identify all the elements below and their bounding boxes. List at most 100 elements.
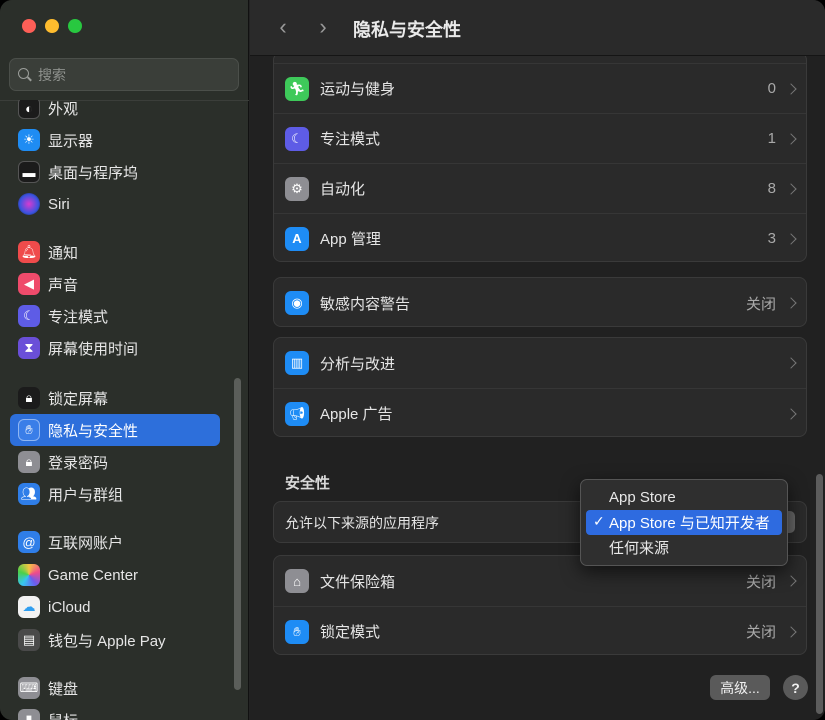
window-controls bbox=[22, 19, 82, 33]
sidebar: 搜索 ◐ 外观 ☀ 显示器 ▬ 桌面与程序坞 Siri 🔔︎ 通知 ◀︎ 声音 … bbox=[0, 0, 249, 720]
row-app-management[interactable]: A App 管理 3 bbox=[274, 213, 806, 261]
chevron-right-icon bbox=[785, 182, 797, 195]
sidebar-item-appearance[interactable]: ◐ 外观 bbox=[10, 100, 220, 124]
toolbar: ‹ › 隐私与安全性 bbox=[250, 0, 825, 56]
row-focus[interactable]: ☾ 专注模式 1 bbox=[274, 113, 806, 163]
sidebar-item-wallet[interactable]: ▤ 钱包与 Apple Pay bbox=[10, 624, 220, 656]
row-sensitive-content[interactable]: ◉ 敏感内容警告 关闭 bbox=[274, 278, 806, 326]
appearance-icon: ◐ bbox=[18, 100, 40, 119]
row-status: 关闭 bbox=[745, 295, 776, 313]
sidebar-item-dock[interactable]: ▬ 桌面与程序坞 bbox=[10, 156, 220, 188]
row-label: 文件保险箱 bbox=[320, 573, 396, 591]
menu-item-anywhere[interactable]: 任何来源 bbox=[586, 535, 782, 560]
help-button[interactable]: ? bbox=[783, 675, 808, 700]
chevron-right-icon bbox=[785, 407, 797, 420]
row-label: App 管理 bbox=[320, 231, 381, 248]
sidebar-item-label: 用户与群组 bbox=[48, 486, 124, 504]
menu-item-label: App Store bbox=[609, 489, 676, 506]
sidebar-item-label: 钱包与 Apple Pay bbox=[48, 632, 166, 650]
row-label: 敏感内容警告 bbox=[320, 295, 411, 313]
analytics-group: ▥ 分析与改进 📢︎ Apple 广告 bbox=[273, 337, 807, 437]
sidebar-item-privacy-security[interactable]: ✋︎ 隐私与安全性 bbox=[10, 414, 220, 446]
users-icon: 👥︎ bbox=[18, 483, 40, 505]
row-count: 3 bbox=[767, 230, 776, 247]
sidebar-item-label: 屏幕使用时间 bbox=[48, 340, 139, 358]
sidebar-item-label: 互联网账户 bbox=[48, 534, 124, 552]
menu-item-app-store-identified[interactable]: ✓ App Store 与已知开发者 bbox=[586, 510, 782, 535]
page-title: 隐私与安全性 bbox=[353, 20, 461, 40]
dock-icon: ▬ bbox=[18, 161, 40, 183]
row-fitness[interactable]: 🏃︎ 运动与健身 0 bbox=[274, 63, 806, 113]
hand-icon: ✋︎ bbox=[285, 619, 309, 644]
row-count: 8 bbox=[767, 180, 776, 197]
sidebar-item-internet-accounts[interactable]: @ 互联网账户 bbox=[10, 526, 220, 558]
menu-item-label: 任何来源 bbox=[609, 540, 670, 557]
forward-button[interactable]: › bbox=[310, 14, 336, 40]
fitness-icon: 🏃︎ bbox=[285, 76, 309, 101]
sidebar-item-users-groups[interactable]: 👥︎ 用户与群组 bbox=[10, 478, 220, 510]
zoom-window-button[interactable] bbox=[68, 19, 82, 33]
app-source-popup-menu: App Store ✓ App Store 与已知开发者 任何来源 bbox=[580, 479, 788, 566]
privacy-categories-group: 🏃︎ 运动与健身 0 ☾ 专注模式 1 ⚙ 自动化 8 A App 管理 3 bbox=[273, 56, 807, 262]
row-apple-ads[interactable]: 📢︎ Apple 广告 bbox=[274, 388, 806, 436]
minimize-window-button[interactable] bbox=[45, 19, 59, 33]
search-placeholder: 搜索 bbox=[38, 66, 66, 83]
cloud-icon: ☁ bbox=[18, 596, 40, 618]
chevron-right-icon bbox=[785, 357, 797, 369]
content-scrollbar[interactable] bbox=[816, 474, 823, 714]
row-count: 1 bbox=[767, 130, 776, 147]
main-pane: ‹ › 隐私与安全性 🏃︎ 运动与健身 0 ☾ 专注模式 1 ⚙ 自动化 8 A… bbox=[250, 0, 825, 720]
sidebar-item-notifications[interactable]: 🔔︎ 通知 bbox=[10, 236, 220, 268]
padlock-icon: 🔒︎ bbox=[18, 451, 40, 473]
security-section-title: 安全性 bbox=[285, 475, 331, 492]
sidebar-item-screen-time[interactable]: ⧗ 屏幕使用时间 bbox=[10, 332, 220, 364]
row-analytics[interactable]: ▥ 分析与改进 bbox=[274, 338, 806, 388]
sidebar-scrollbar[interactable] bbox=[234, 378, 241, 690]
sidebar-item-login-password[interactable]: 🔒︎ 登录密码 bbox=[10, 446, 220, 478]
advanced-button[interactable]: 高级... bbox=[710, 675, 770, 700]
menu-item-app-store[interactable]: App Store bbox=[586, 485, 782, 510]
eye-icon: ◉ bbox=[285, 291, 309, 315]
display-icon: ☀ bbox=[18, 129, 40, 151]
chevron-right-icon bbox=[785, 297, 797, 309]
row-label: 锁定模式 bbox=[320, 624, 381, 641]
settings-content: 🏃︎ 运动与健身 0 ☾ 专注模式 1 ⚙ 自动化 8 A App 管理 3 ◉… bbox=[250, 56, 825, 720]
chevron-right-icon bbox=[785, 232, 797, 245]
sidebar-item-label: 鼠标 bbox=[48, 710, 78, 720]
row-automation[interactable]: ⚙ 自动化 8 bbox=[274, 163, 806, 213]
sidebar-item-label: iCloud bbox=[48, 598, 91, 616]
wallet-icon: ▤ bbox=[18, 629, 40, 651]
row-count: 0 bbox=[767, 80, 776, 97]
sidebar-item-siri[interactable]: Siri bbox=[10, 188, 220, 220]
settings-window: 搜索 ◐ 外观 ☀ 显示器 ▬ 桌面与程序坞 Siri 🔔︎ 通知 ◀︎ 声音 … bbox=[0, 0, 825, 720]
row-label: 分析与改进 bbox=[320, 355, 396, 373]
chevron-right-icon bbox=[785, 132, 797, 145]
siri-icon bbox=[18, 193, 40, 215]
at-icon: @ bbox=[18, 531, 40, 553]
sidebar-item-game-center[interactable]: Game Center bbox=[10, 559, 220, 591]
search-field[interactable]: 搜索 bbox=[9, 58, 239, 91]
sidebar-item-lock-screen[interactable]: 🔒︎ 锁定屏幕 bbox=[10, 382, 220, 414]
clipped-row bbox=[274, 56, 806, 63]
sidebar-item-keyboard[interactable]: ⌨ 键盘 bbox=[10, 672, 220, 704]
menu-item-label: App Store 与已知开发者 bbox=[609, 515, 770, 532]
chevron-right-icon bbox=[785, 575, 797, 587]
sidebar-item-label: Siri bbox=[48, 195, 70, 213]
moon-icon: ☾ bbox=[285, 126, 309, 151]
sidebar-item-display[interactable]: ☀ 显示器 bbox=[10, 124, 220, 156]
back-button[interactable]: ‹ bbox=[270, 14, 296, 40]
sidebar-item-focus[interactable]: ☾ 专注模式 bbox=[10, 300, 220, 332]
sidebar-list: ◐ 外观 ☀ 显示器 ▬ 桌面与程序坞 Siri 🔔︎ 通知 ◀︎ 声音 ☾ 专… bbox=[0, 100, 249, 720]
row-lockdown-mode[interactable]: ✋︎ 锁定模式 关闭 bbox=[274, 606, 806, 654]
megaphone-icon: 📢︎ bbox=[285, 401, 309, 426]
house-icon: ⌂ bbox=[285, 569, 309, 593]
sidebar-item-icloud[interactable]: ☁ iCloud bbox=[10, 591, 220, 623]
filevault-group: ⌂ 文件保险箱 关闭 ✋︎ 锁定模式 关闭 bbox=[273, 555, 807, 655]
hand-icon: ✋︎ bbox=[18, 419, 40, 441]
close-window-button[interactable] bbox=[22, 19, 36, 33]
row-label: 专注模式 bbox=[320, 131, 381, 148]
sidebar-item-mouse[interactable]: ▮ 鼠标 bbox=[10, 704, 220, 720]
sidebar-item-sound[interactable]: ◀︎ 声音 bbox=[10, 268, 220, 300]
moon-icon: ☾ bbox=[18, 305, 40, 327]
sidebar-item-label: 通知 bbox=[48, 244, 79, 262]
